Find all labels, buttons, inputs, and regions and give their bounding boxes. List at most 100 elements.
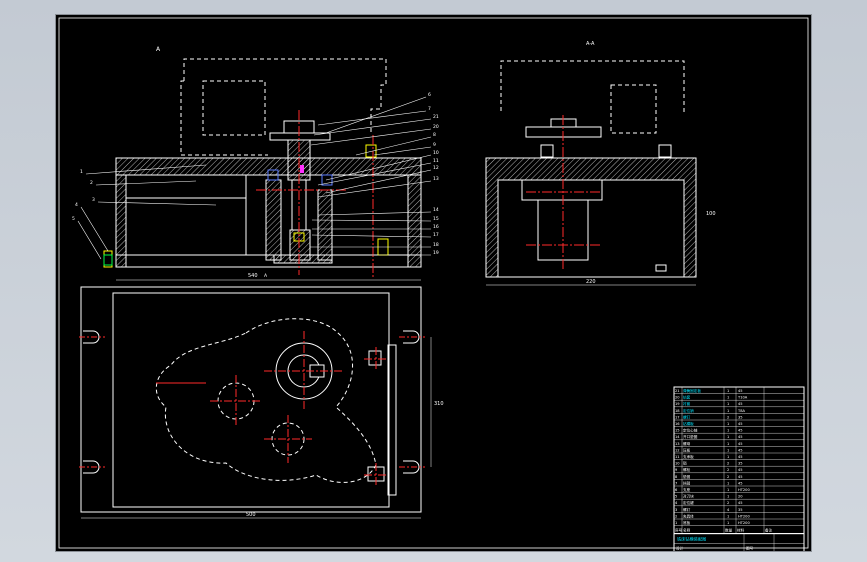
balloon-number: 16 (433, 224, 439, 230)
bom-row-qty: 1 (727, 514, 729, 518)
drawing-sheet: A 1 2 3 4 5 6 7 8 9 10 11 12 13 14 15 16 17 18 19 20 21 540 A 50… (55, 14, 812, 552)
balloon-number: 17 (433, 232, 439, 238)
bom-row-no: 1 (675, 521, 677, 525)
bom-row-name: 压板 (683, 447, 691, 452)
bom-row-qty: 1 (727, 495, 729, 499)
bom-row-qty: 1 (727, 389, 729, 393)
title-block: 21 弹簧固定板 1 4520 钻套 1 T10A19 衬套 1 4518 定位销 1 T8A17 螺钉 2… (673, 386, 805, 551)
pin-seat (289, 229, 311, 261)
bom-row-mat: T8A (737, 409, 745, 413)
inner-border (58, 17, 809, 549)
balloon-number: 19 (433, 250, 439, 256)
workpiece-outline (156, 318, 377, 483)
bom-row-no: 6 (675, 488, 678, 492)
bom-header-cell: 材料 (737, 528, 745, 533)
bom-row-mat: HT200 (738, 514, 750, 518)
bom-row-qty: 1 (727, 448, 729, 452)
side-block (368, 350, 382, 366)
leader-line (325, 96, 427, 134)
bom-row-qty: 1 (727, 396, 729, 400)
drawing-title: 铣床钻模装配图 (677, 536, 706, 543)
support-column-left (265, 179, 282, 261)
balloon-number: 2 (90, 180, 93, 186)
balloon-number: 6 (428, 92, 431, 98)
side-phantom-outer (500, 60, 685, 115)
balloon-number: 21 (433, 114, 439, 120)
side-body-hatched (485, 157, 697, 278)
side-stud-l (540, 144, 554, 158)
plan-inner (112, 292, 390, 508)
bom-row-no: 15 (675, 429, 680, 433)
bom-header-cell: 名称 (683, 528, 691, 533)
bom-row-name: 底板 (683, 520, 691, 525)
balloon-number: 10 (433, 150, 439, 156)
balloon-number: 13 (433, 176, 439, 182)
dim-side-height: 100 (706, 211, 716, 217)
balloon-number: 5 (72, 216, 75, 222)
phantom-motor (202, 80, 266, 136)
bom-row-name: 开口垫圈 (683, 434, 698, 439)
bom-row-qty: 1 (727, 402, 729, 406)
bom-row-name: 挡销 (683, 480, 691, 485)
bom-row-qty: 1 (727, 422, 729, 426)
bom-row-no: 5 (675, 495, 677, 499)
dim-plan-width: 500 (246, 512, 256, 518)
bom-row-name: 螺钉 (683, 507, 691, 512)
bom-row-no: 3 (675, 508, 677, 512)
bom-row-no: 16 (675, 422, 680, 426)
leader-line (317, 110, 427, 126)
bom-row-qty: 1 (727, 409, 729, 413)
bom-header-cell: 序号 (675, 528, 683, 533)
bom-row-no: 14 (675, 435, 680, 439)
bom-row-mat: 45 (738, 448, 743, 452)
leader-line (80, 206, 109, 252)
bom-row-mat: 45 (738, 481, 743, 485)
bom-row-no: 21 (675, 389, 680, 393)
bom-row-name: 螺钉 (683, 414, 691, 419)
plan-outer (80, 286, 422, 513)
bom-row-qty: 1 (727, 455, 729, 459)
bom-row-mat: 20 (738, 495, 743, 499)
green-key (103, 254, 113, 266)
leader-line (77, 220, 102, 260)
bom-row-mat: 45 (738, 455, 743, 459)
bom-header-cell: 备注 (765, 528, 773, 533)
bom-row-mat: HT200 (738, 488, 750, 492)
bom-row-name: 支承板 (683, 454, 694, 459)
bom-row-name: 销 (683, 461, 687, 466)
bom-row-mat: HT200 (738, 521, 750, 525)
balloon-number: 4 (75, 202, 78, 208)
bom-row-qty: 1 (727, 442, 729, 446)
bom-row-mat: 45 (738, 501, 743, 505)
cad-drawing: A123456789101112131415161718192021540 A50… (58, 17, 809, 551)
bom-row-no: 20 (675, 396, 680, 400)
bom-row-mat: 35 (738, 462, 743, 466)
bom-row-no: 19 (675, 402, 680, 406)
side-view-a-a: A-A 220 100 (485, 41, 716, 286)
bom-row-qty: 1 (727, 481, 729, 485)
bom-row-qty: 1 (727, 435, 729, 439)
bom-row-qty: 1 (727, 521, 729, 525)
plan-view: 500 310 (79, 286, 444, 519)
dim-plan-height: 310 (434, 401, 444, 407)
bom-row-no: 13 (675, 442, 680, 446)
view-marker-label: A (156, 46, 161, 53)
balloon-number: 20 (433, 124, 439, 130)
bom-row-no: 7 (675, 481, 677, 485)
bom-row-name: 支座 (683, 487, 691, 492)
balloon-number: 15 (433, 216, 439, 222)
bom-row-mat: 45 (738, 442, 743, 446)
bom-row-qty: 2 (727, 501, 729, 505)
bom-row-qty: 1 (727, 429, 729, 433)
title-footer-label: 设计 (676, 546, 684, 551)
bom-row-name: 螺栓 (683, 467, 691, 472)
balloon-number: 14 (433, 207, 439, 213)
view-marker-lower: A (264, 273, 268, 279)
bom-row-mat: 45 (738, 389, 743, 393)
leader-line (95, 180, 197, 186)
bom-row-mat: 45 (738, 429, 743, 433)
balloon-number: 8 (433, 132, 436, 138)
bom-row-mat: 45 (738, 435, 743, 439)
dim-top-width: 540 (248, 273, 258, 279)
side-phantom-motor (610, 84, 657, 134)
